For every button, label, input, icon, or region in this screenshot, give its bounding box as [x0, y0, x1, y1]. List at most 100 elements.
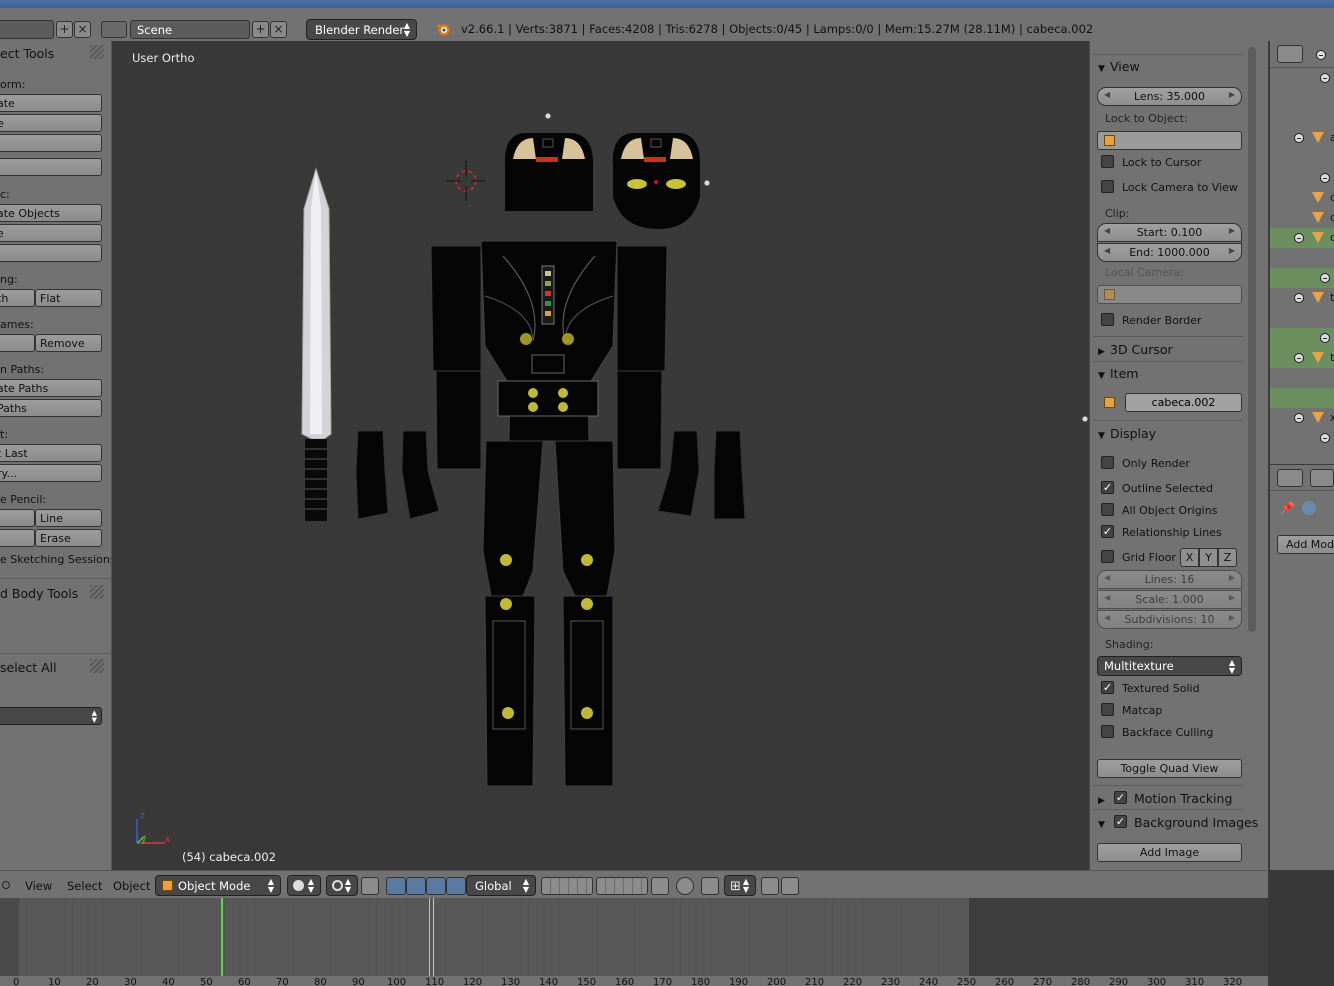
outliner-row[interactable]: c [1270, 188, 1334, 208]
relationship-lines-checkbox[interactable]: ✓ [1101, 525, 1114, 538]
matcap-checkbox[interactable] [1101, 703, 1114, 716]
object-origin-dot[interactable] [1081, 415, 1088, 423]
3d-cursor-icon[interactable] [446, 161, 486, 201]
right-arrow-icon[interactable]: ▶ [1229, 573, 1235, 582]
display-panel-header[interactable]: ▼ Display [1098, 426, 1156, 441]
outliner-row[interactable] [1270, 68, 1334, 88]
outliner-row[interactable]: c [1270, 208, 1334, 228]
smooth-button[interactable]: th [0, 289, 35, 307]
outliner-row[interactable]: c [1270, 228, 1334, 248]
object-context-icon[interactable] [1302, 501, 1316, 515]
knife-model[interactable] [301, 167, 332, 521]
pivot-dropdown[interactable]: ▲ ▼ [326, 875, 358, 896]
draw-button[interactable] [0, 509, 35, 527]
outliner-row[interactable] [1270, 388, 1334, 408]
sketching-sessions-toggle[interactable]: e Sketching Sessions [0, 553, 111, 566]
calculate-paths-button[interactable]: ate Paths [0, 379, 102, 397]
add-image-button[interactable]: Add Image [1097, 843, 1242, 862]
scene-canvas[interactable]: z y x [113, 41, 1088, 870]
keyframe-marker[interactable] [429, 898, 430, 976]
outline-selected-checkbox[interactable]: ✓ [1101, 481, 1114, 494]
left-arrow-icon[interactable]: ◀ [1104, 90, 1110, 99]
manipulator-toggle-icon[interactable] [361, 877, 379, 895]
grid-lines-field[interactable]: ◀ Lines: 16 ▶ [1097, 570, 1242, 589]
rotate-button[interactable]: e [0, 114, 102, 132]
render-animation-icon[interactable] [781, 877, 799, 895]
outliner-row[interactable]: a [1270, 128, 1334, 148]
remove-scene-button[interactable]: × [270, 21, 287, 38]
snap-toggle-icon[interactable] [701, 877, 719, 895]
render-border-checkbox[interactable] [1101, 313, 1114, 326]
translate-manipulator-icon[interactable] [386, 877, 406, 895]
render-opengl-icon[interactable] [761, 877, 779, 895]
timeline-editor[interactable]: 0 10 20 30 40 50 60 70 80 90 100 110 120 130 140 150 160… [0, 898, 1268, 986]
3d-cursor-panel-header[interactable]: ▶ 3D Cursor [1098, 342, 1173, 357]
area-menu-icon[interactable] [2, 881, 10, 889]
outliner-row[interactable] [1270, 168, 1334, 188]
expand-toggle-icon[interactable] [1320, 73, 1330, 83]
background-images-panel-header[interactable]: ▼ [1098, 815, 1110, 830]
3d-viewport[interactable]: User Ortho z y x (54) cabeca.002 [113, 41, 1088, 870]
hand-models[interactable] [355, 430, 746, 520]
local-camera-field[interactable] [1097, 285, 1242, 304]
proportional-edit-icon[interactable] [676, 877, 694, 895]
right-arrow-icon[interactable]: ▶ [1229, 246, 1235, 255]
right-arrow-icon[interactable]: ▶ [1229, 593, 1235, 602]
expand-toggle-icon[interactable] [1320, 273, 1330, 283]
display-mode-icon[interactable] [1277, 45, 1303, 63]
scale-button[interactable] [0, 134, 102, 152]
select-action-dropdown[interactable]: ▲ ▼ [0, 707, 102, 725]
rotate-manipulator-icon[interactable] [406, 877, 426, 895]
current-frame-indicator[interactable] [221, 898, 223, 976]
lock-cursor-checkbox[interactable] [1101, 155, 1114, 168]
interaction-mode-dropdown[interactable]: Object Mode ▲ ▼ [155, 875, 281, 896]
expand-toggle-icon[interactable] [1320, 333, 1330, 343]
select-all-title[interactable]: select All [0, 660, 57, 678]
all-origins-checkbox[interactable] [1101, 503, 1114, 516]
poly-button[interactable] [0, 529, 35, 547]
scene-browse-icon[interactable] [101, 21, 127, 38]
axis-x-toggle[interactable]: X [1180, 548, 1199, 567]
expand-toggle-icon[interactable] [1294, 293, 1304, 303]
scene-layers-icon[interactable] [541, 877, 593, 895]
grid-scale-field[interactable]: ◀ Scale: 1.000 ▶ [1097, 590, 1242, 609]
join-button[interactable] [0, 244, 102, 262]
expand-toggle-icon[interactable] [1320, 173, 1330, 183]
scene-layers-icon[interactable] [596, 877, 648, 895]
scrollbar[interactable] [1248, 47, 1256, 632]
backface-culling-checkbox[interactable] [1101, 725, 1114, 738]
object-menu[interactable]: Object [113, 879, 150, 893]
clear-paths-button[interactable]: Paths [0, 399, 102, 417]
lock-layers-icon[interactable] [651, 877, 669, 895]
flat-button[interactable]: Flat [35, 289, 102, 307]
transform-space-icon[interactable] [446, 877, 466, 895]
motion-tracking-panel-header[interactable]: ▶ [1098, 791, 1110, 806]
insert-keyframe-button[interactable] [0, 334, 35, 352]
render-tab-icon[interactable] [1310, 469, 1334, 487]
panel-grip-icon[interactable] [90, 45, 104, 59]
origin-button[interactable] [0, 158, 102, 176]
add-screen-button[interactable]: + [56, 21, 73, 38]
expand-toggle-icon[interactable] [1294, 413, 1304, 423]
expand-toggle-icon[interactable] [1294, 133, 1304, 143]
clip-start-field[interactable]: ◀ Start: 0.100 ▶ [1097, 223, 1242, 242]
left-arrow-icon[interactable]: ◀ [1104, 246, 1110, 255]
add-modifier-button[interactable]: Add Modifi [1277, 535, 1334, 554]
background-images-checkbox[interactable]: ✓ [1114, 815, 1127, 828]
remove-screen-button[interactable]: × [74, 21, 91, 38]
object-origin-dot[interactable] [703, 179, 711, 187]
screen-layout-field[interactable] [0, 20, 54, 39]
history-button[interactable]: ry... [0, 464, 102, 482]
delete-button[interactable]: e [0, 224, 102, 242]
expand-toggle-icon[interactable] [1294, 353, 1304, 363]
robot-body-model[interactable] [430, 240, 668, 787]
outliner-row[interactable]: t [1270, 348, 1334, 368]
outliner-row[interactable]: t [1270, 288, 1334, 308]
expand-toggle-icon[interactable] [1320, 433, 1330, 443]
viewport-shading-dropdown[interactable]: ▲ ▼ [287, 875, 321, 896]
rigid-body-tools-title[interactable]: d Body Tools [0, 586, 78, 604]
snap-element-dropdown[interactable]: ⊞ ▲ ▼ [724, 875, 756, 896]
grid-subdivisions-field[interactable]: ◀ Subdivisions: 10 ▶ [1097, 610, 1242, 629]
right-arrow-icon[interactable]: ▶ [1229, 613, 1235, 622]
transform-orientation-dropdown[interactable]: Global ▲ ▼ [466, 875, 536, 896]
